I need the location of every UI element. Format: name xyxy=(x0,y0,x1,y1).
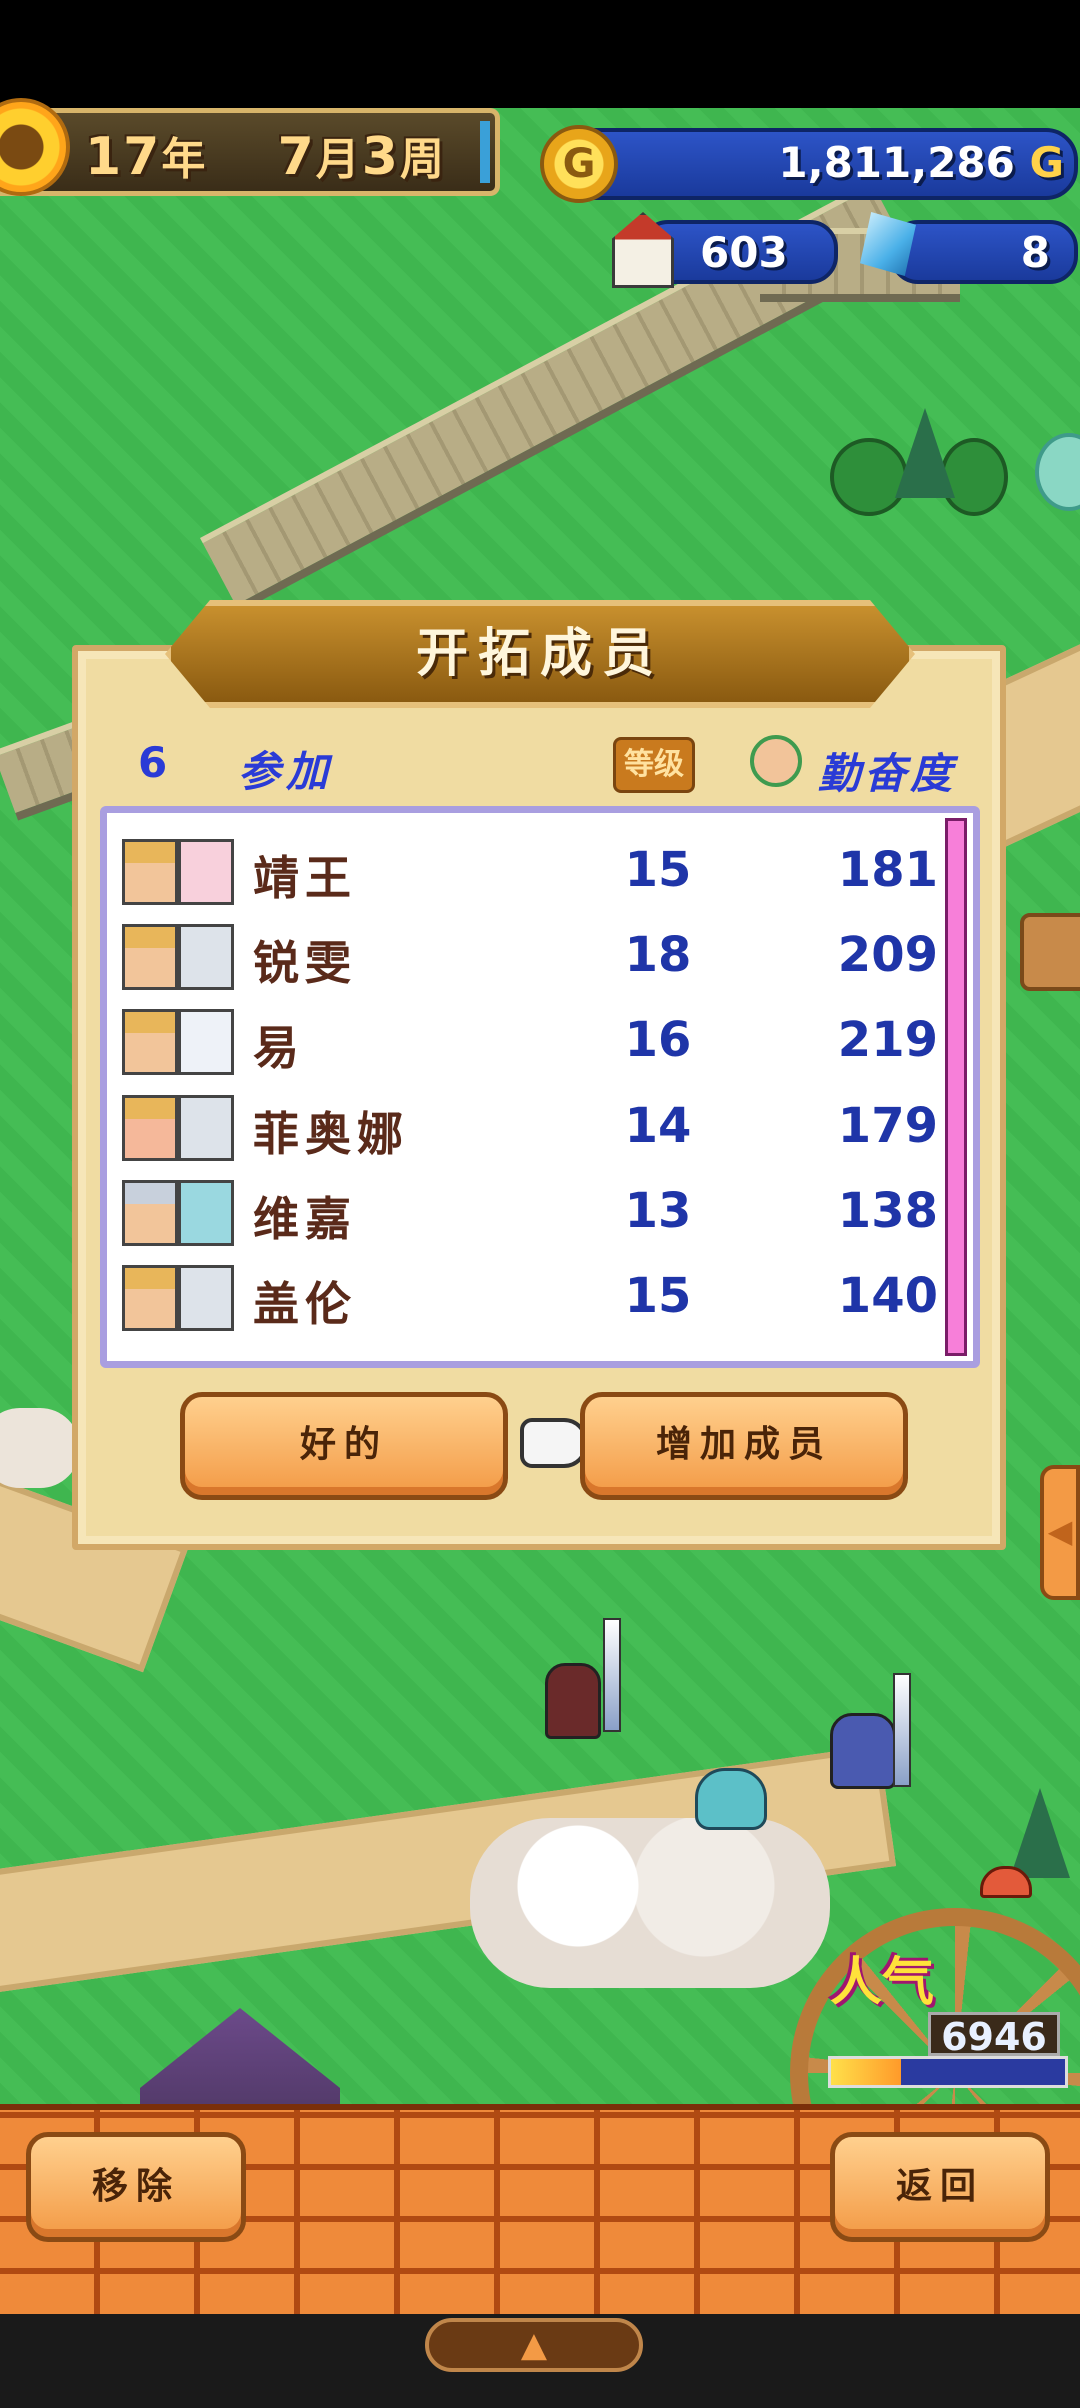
dust-cloud xyxy=(470,1818,830,1988)
member-count: 6 xyxy=(138,738,168,787)
member-name: 靖王 xyxy=(253,851,357,905)
member-portrait-icon xyxy=(122,839,178,905)
member-effort: 140 xyxy=(837,1268,938,1324)
popularity-label: 人气 xyxy=(830,1953,935,2013)
member-name: 菲奥娜 xyxy=(253,1107,409,1161)
member-portrait-icon xyxy=(122,1009,178,1075)
date-display: 17年 7月3周 xyxy=(85,127,446,187)
member-name: 易 xyxy=(253,1021,305,1075)
pet-portrait-icon xyxy=(178,839,234,905)
gem-panel: 8 xyxy=(890,220,1078,284)
member-portrait-icon xyxy=(122,1265,178,1331)
fist-icon xyxy=(750,735,802,787)
ghost-portrait-icon xyxy=(178,1009,234,1075)
ok-button[interactable]: 好的 xyxy=(180,1392,508,1500)
member-effort: 219 xyxy=(837,1012,938,1068)
gold-panel: 1,811,286 G xyxy=(560,128,1078,200)
gold-coin-icon: G xyxy=(540,125,618,203)
member-name: 维嘉 xyxy=(253,1192,357,1246)
member-name: 锐雯 xyxy=(253,936,357,990)
gem-count: 8 xyxy=(1020,228,1050,277)
sword-icon xyxy=(893,1673,911,1787)
pine-tree-icon xyxy=(895,408,955,498)
member-level: 15 xyxy=(624,1268,692,1324)
member-row[interactable]: 维嘉 13 138 xyxy=(118,1177,938,1253)
panel-divider xyxy=(480,121,490,183)
robot-portrait-icon xyxy=(178,924,234,990)
member-row[interactable]: 盖伦 15 140 xyxy=(118,1262,938,1338)
horned-slime-character[interactable] xyxy=(695,1768,767,1830)
member-portrait-icon xyxy=(122,1095,178,1161)
population-count: 603 xyxy=(700,228,788,277)
dialog-title: 开拓成员 xyxy=(415,624,664,684)
member-effort: 209 xyxy=(837,927,938,983)
member-level: 14 xyxy=(624,1098,692,1154)
member-level: 13 xyxy=(624,1183,692,1239)
gold-amount: 1,811,286 G xyxy=(778,138,1064,187)
pine-tree-icon xyxy=(1010,1788,1070,1878)
grade-label: 等级 xyxy=(613,737,695,793)
popularity-bar xyxy=(828,2056,1068,2088)
character-bubble-icon[interactable] xyxy=(1035,433,1080,511)
member-row[interactable]: 易 16 219 xyxy=(118,1006,938,1082)
remove-button[interactable]: 移除 xyxy=(26,2132,246,2242)
member-effort: 138 xyxy=(837,1183,938,1239)
member-level: 16 xyxy=(624,1012,692,1068)
member-portrait-icon xyxy=(122,1180,178,1246)
sword-icon xyxy=(603,1618,621,1732)
join-label: 参加 xyxy=(238,747,335,796)
robot-portrait-icon xyxy=(178,1265,234,1331)
robot-portrait-icon xyxy=(178,1095,234,1161)
pointing-hand-icon xyxy=(520,1418,588,1468)
add-member-button[interactable]: 增加成员 xyxy=(580,1392,908,1500)
popularity-bar-fill xyxy=(831,2059,902,2085)
effort-label: 勤奋度 xyxy=(818,749,957,798)
side-panel-tab[interactable]: ◀ xyxy=(1040,1465,1080,1600)
slime-portrait-icon xyxy=(178,1180,234,1246)
knight-character[interactable] xyxy=(545,1663,601,1739)
member-name: 盖伦 xyxy=(253,1277,357,1331)
date-panel: 17年 7月3周 xyxy=(0,108,500,196)
expand-arrow-icon: ▲ xyxy=(520,2325,548,2365)
back-button[interactable]: 返回 xyxy=(830,2132,1050,2242)
member-level: 18 xyxy=(624,927,692,983)
member-row[interactable]: 菲奥娜 14 179 xyxy=(118,1092,938,1168)
dust-cloud xyxy=(0,1408,80,1488)
member-effort: 179 xyxy=(837,1098,938,1154)
member-list-scrollbar[interactable] xyxy=(945,818,967,1356)
viking-character[interactable] xyxy=(830,1713,896,1789)
member-effort: 181 xyxy=(837,842,938,898)
member-portrait-icon xyxy=(122,924,178,990)
expand-handle[interactable]: ▲ xyxy=(425,2318,643,2372)
tree-stump xyxy=(1020,913,1080,991)
popularity-value: 6946 xyxy=(928,2012,1060,2059)
member-level: 15 xyxy=(624,842,692,898)
member-row[interactable]: 靖王 15 181 xyxy=(118,836,938,912)
member-row[interactable]: 锐雯 18 209 xyxy=(118,921,938,997)
